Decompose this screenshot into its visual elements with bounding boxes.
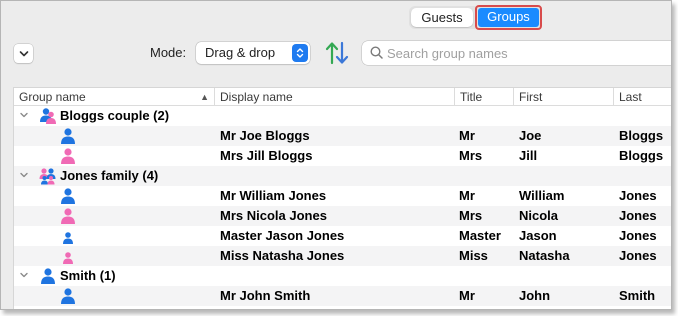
display-name-cell: Mrs Nicola Jones <box>220 208 327 223</box>
table-row[interactable]: Mr William Jones Mr William Jones <box>14 186 671 206</box>
table-row[interactable]: Mr John Smith Mr John Smith <box>14 286 671 306</box>
sort-order-button[interactable] <box>324 40 350 66</box>
family-icon <box>39 168 56 185</box>
table-row[interactable]: Master Jason Jones Master Jason Jones <box>14 226 671 246</box>
search-icon <box>370 46 383 59</box>
groups-tab-highlight: Groups <box>475 5 542 30</box>
table-row[interactable]: Miss Natasha Jones Miss Natasha Jones <box>14 246 671 266</box>
column-header-display-name[interactable]: Display name <box>215 88 455 106</box>
title-cell: Master <box>459 228 501 243</box>
first-name-cell: William <box>519 188 565 203</box>
groups-window: Guests Groups Mode: Drag & drop Search g… <box>0 0 672 310</box>
display-name-cell: Mr William Jones <box>220 188 327 203</box>
last-name-cell: Bloggs <box>619 148 664 163</box>
title-cell: Mrs <box>459 208 483 223</box>
last-name-cell: Smith <box>619 288 656 303</box>
table-row[interactable]: Mrs Nicola Jones Mrs Nicola Jones <box>14 206 671 226</box>
column-header-group-name[interactable]: Group name ▲ <box>14 88 215 106</box>
title-cell: Mr <box>459 128 475 143</box>
group-row[interactable]: Smith (1) <box>14 266 671 286</box>
display-name-cell: Mr Joe Bloggs <box>220 128 310 143</box>
column-header-label: Last <box>619 90 642 104</box>
groups-table: Group name ▲ Display name Title First La… <box>13 87 671 309</box>
guests-tab[interactable]: Guests <box>411 8 473 27</box>
group-row[interactable]: Jones family (4) <box>14 166 671 186</box>
first-name-cell: Nicola <box>519 208 559 223</box>
column-header-label: First <box>519 90 543 104</box>
groups-tab[interactable]: Groups <box>478 8 539 27</box>
sort-arrows-icon <box>325 41 349 65</box>
first-name-cell: Natasha <box>519 248 570 263</box>
male-person-icon <box>61 128 75 144</box>
mode-label: Mode: <box>150 45 187 60</box>
disclosure-expanded-icon[interactable] <box>19 170 29 180</box>
title-cell: Mrs <box>459 148 483 163</box>
select-arrows-icon <box>292 44 308 62</box>
group-row[interactable]: Bloggs couple (2) <box>14 106 671 126</box>
view-segmented-control: Guests Groups <box>409 5 542 30</box>
display-name-cell: Mr John Smith <box>220 288 311 303</box>
search-field[interactable] <box>362 41 671 65</box>
last-name-cell: Bloggs <box>619 128 664 143</box>
display-name-cell: Miss Natasha Jones <box>220 248 345 263</box>
table-header: Group name ▲ Display name Title First La… <box>14 88 671 106</box>
group-name: Smith (1) <box>60 268 116 283</box>
sort-ascending-icon: ▲ <box>200 92 209 102</box>
first-name-cell: John <box>519 288 551 303</box>
column-header-label: Group name <box>19 90 86 104</box>
title-cell: Miss <box>459 248 488 263</box>
chevron-down-icon <box>19 50 28 56</box>
first-name-cell: Jill <box>519 148 538 163</box>
first-name-cell: Joe <box>519 128 542 143</box>
title-cell: Mr <box>459 188 475 203</box>
male-person-icon <box>61 188 75 204</box>
search-input[interactable] <box>387 43 667 63</box>
column-header-first[interactable]: First <box>514 88 614 106</box>
single-person-icon <box>41 268 55 284</box>
display-name-cell: Mrs Jill Bloggs <box>220 148 313 163</box>
group-name: Jones family (4) <box>60 168 159 183</box>
mode-select-value: Drag & drop <box>205 45 276 60</box>
table-row[interactable]: Mrs Jill Bloggs Mrs Jill Bloggs <box>14 146 671 166</box>
table-body: Bloggs couple (2) Mr Joe Bloggs Mr Joe B… <box>14 106 671 306</box>
title-cell: Mr <box>459 288 475 303</box>
column-header-label: Display name <box>220 90 293 104</box>
female-person-icon <box>61 148 75 164</box>
last-name-cell: Jones <box>619 248 657 263</box>
last-name-cell: Jones <box>619 228 657 243</box>
column-header-last[interactable]: Last <box>614 88 671 106</box>
disclosure-expanded-icon[interactable] <box>19 270 29 280</box>
collapse-menu-button[interactable] <box>14 44 33 63</box>
column-header-title[interactable]: Title <box>455 88 514 106</box>
disclosure-expanded-icon[interactable] <box>19 110 29 120</box>
table-row[interactable]: Mr Joe Bloggs Mr Joe Bloggs <box>14 126 671 146</box>
female-person-icon <box>61 208 75 224</box>
couple-icon <box>40 108 56 124</box>
first-name-cell: Jason <box>519 228 557 243</box>
mode-select[interactable]: Drag & drop <box>196 42 310 64</box>
male-person-icon <box>61 288 75 304</box>
last-name-cell: Jones <box>619 188 657 203</box>
male-child-icon <box>63 232 73 244</box>
display-name-cell: Master Jason Jones <box>220 228 345 243</box>
last-name-cell: Jones <box>619 208 657 223</box>
column-header-label: Title <box>460 90 483 104</box>
female-child-icon <box>63 252 73 264</box>
group-name: Bloggs couple (2) <box>60 108 170 123</box>
